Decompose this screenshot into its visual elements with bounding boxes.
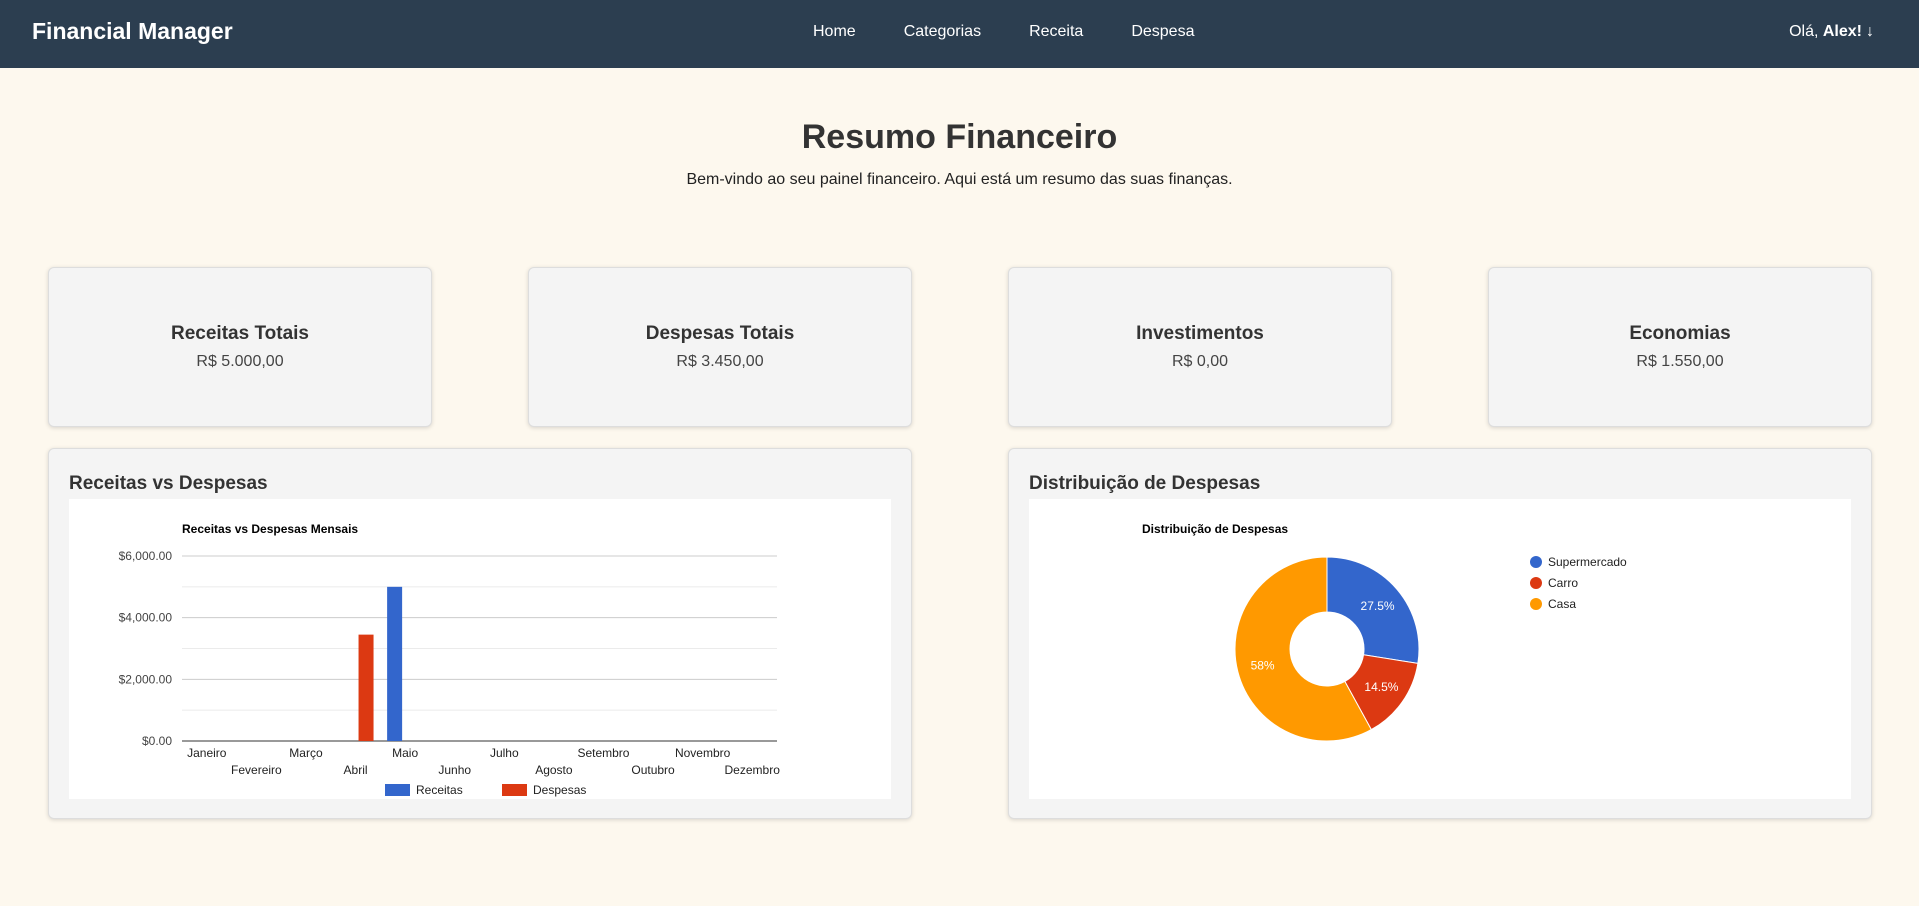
arrow-down-icon[interactable]: ↓ [1866, 23, 1874, 41]
card-value: R$ 1.550,00 [1636, 353, 1724, 370]
donut-chart: Distribuição de Despesas 27.5% 14.5% 58% Sup… [1142, 522, 1627, 742]
page-subtitle: Bem-vindo ao seu painel financeiro. Aqui… [686, 171, 1233, 188]
panel-title: Distribuição de Despesas [1029, 473, 1261, 494]
nav-link-home[interactable]: Home [813, 23, 856, 41]
navbar: Financial Manager Home Categorias Receit… [0, 0, 1919, 68]
legend-dot [1530, 556, 1542, 568]
y-tick-label: $0.00 [142, 734, 172, 748]
page-title: Resumo Financeiro [801, 118, 1118, 156]
legend-swatch [385, 784, 410, 796]
legend-label: Despesas [533, 783, 586, 797]
chart-title: Receitas vs Despesas Mensais [182, 522, 358, 536]
bar-receitas [387, 586, 403, 741]
chart-title: Distribuição de Despesas [1142, 522, 1288, 536]
pie-chart-container: Distribuição de Despesas 27.5% 14.5% 58% Sup… [1029, 499, 1851, 799]
card-value: R$ 3.450,00 [676, 353, 764, 370]
brand-logo[interactable]: Financial Manager [32, 18, 233, 45]
x-tick-label: Novembro [675, 746, 731, 760]
y-tick-label: $4,000.00 [119, 611, 173, 625]
user-menu[interactable]: Olá, Alex! ↓ [1789, 23, 1874, 41]
x-tick-label: Março [289, 746, 323, 760]
card-value: R$ 5.000,00 [196, 353, 284, 370]
x-tick-label: Abril [344, 763, 368, 777]
card-value: R$ 0,00 [1171, 353, 1229, 370]
bar-despesas [358, 634, 374, 741]
bar-chart-container: Receitas vs Despesas Mensais $0.00 $2,000.… [69, 499, 891, 799]
legend-label: Casa [1548, 597, 1576, 611]
x-tick-label: Junho [438, 763, 471, 777]
y-tick-label: $2,000.00 [119, 672, 173, 686]
card-title: Economias [1629, 323, 1731, 344]
bar-chart: Receitas vs Despesas Mensais $0.00 $2,000.… [119, 522, 781, 797]
nav-link-categorias[interactable]: Categorias [904, 23, 981, 41]
nav-link-despesa[interactable]: Despesa [1131, 23, 1194, 41]
legend-label: Supermercado [1548, 555, 1627, 569]
card-title: Investimentos [1136, 323, 1264, 344]
slice-label: 14.5% [1364, 680, 1398, 694]
summary-card-economias: Economias R$ 1.550,00 [1488, 267, 1872, 427]
nav-link-receita[interactable]: Receita [1029, 23, 1083, 41]
greeting-text: Olá, [1789, 23, 1823, 40]
panel-title: Receitas vs Despesas [69, 473, 268, 494]
card-title: Despesas Totais [645, 323, 795, 344]
x-tick-label: Outubro [631, 763, 675, 777]
x-tick-label: Fevereiro [231, 763, 282, 777]
card-title: Receitas Totais [171, 323, 309, 344]
x-tick-label: Dezembro [725, 763, 781, 777]
slice-label: 58% [1251, 659, 1275, 673]
x-tick-label: Setembro [577, 746, 629, 760]
x-tick-label: Janeiro [187, 746, 227, 760]
x-tick-label: Maio [392, 746, 418, 760]
legend-dot [1530, 577, 1542, 589]
legend-label: Receitas [416, 783, 463, 797]
legend-label: Carro [1548, 576, 1578, 590]
nav-links: Home Categorias Receita Despesa [813, 23, 1242, 41]
x-tick-label: Julho [490, 746, 519, 760]
expense-distribution-panel: Distribuição de Despesas Distribuição de… [1008, 448, 1872, 819]
y-tick-label: $6,000.00 [119, 549, 173, 563]
page-header: Resumo Financeiro Bem-vindo ao seu paine… [0, 118, 1919, 189]
slice-label: 27.5% [1361, 599, 1395, 613]
user-name: Alex! [1822, 23, 1862, 40]
x-tick-label: Agosto [535, 763, 573, 777]
legend-swatch [502, 784, 527, 796]
summary-card-despesas: Despesas Totais R$ 3.450,00 [528, 267, 912, 427]
summary-card-receitas: Receitas Totais R$ 5.000,00 [48, 267, 432, 427]
summary-card-investimentos: Investimentos R$ 0,00 [1008, 267, 1392, 427]
legend-dot [1530, 598, 1542, 610]
income-vs-expense-panel: Receitas vs Despesas Receitas vs Despesa… [48, 448, 912, 819]
